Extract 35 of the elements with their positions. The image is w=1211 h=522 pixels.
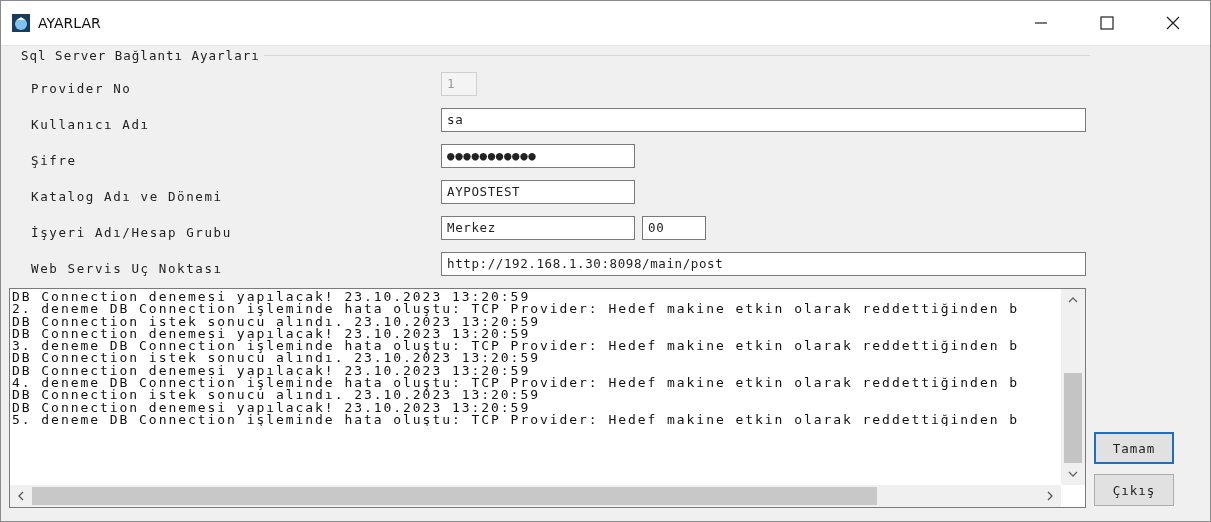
log-line: DB Connection denemesi yapılacak! 23.10.2023 13:20:59	[12, 327, 531, 341]
input-field[interactable]: http://192.168.1.30:8098/main/post	[441, 252, 1086, 276]
log-line: DB Connection istek sonucu alındı. 23.10.2023 13:20:59	[12, 389, 541, 402]
maximize-icon[interactable]	[1100, 16, 1114, 30]
dialog-button[interactable]: Tamam	[1094, 432, 1174, 464]
input-field[interactable]: AYPOSTEST	[441, 180, 635, 204]
log-line: DB Connection denemesi yapılacak! 23.10.2023 13:20:59	[12, 401, 531, 414]
app-icon	[12, 14, 30, 32]
scroll-down-icon[interactable]	[1068, 471, 1078, 477]
close-icon[interactable]	[1166, 16, 1180, 30]
field-label: Provider No	[30, 80, 133, 96]
scroll-left-icon[interactable]	[18, 491, 24, 501]
input-field[interactable]: sa	[441, 108, 1086, 132]
vertical-scrollbar[interactable]	[1061, 289, 1085, 485]
horizontal-scrollbar[interactable]	[10, 485, 1061, 507]
group-title: Sql Server Bağlantı Ayarları	[21, 47, 260, 63]
field-label: Web Servis Uç Noktası	[30, 260, 224, 276]
log-line: 4. deneme DB Connection işleminde hata oluştu: TCP Provider: Hedef makine etkin olarak reddettiğinden b	[12, 377, 1020, 390]
log-line: 3. deneme DB Connection işleminde hata oluştu: TCP Provider: Hedef makine etkin olarak reddettiğinden b	[12, 340, 1020, 353]
field-label: Kullanıcı Adı	[30, 116, 151, 132]
dialog-button[interactable]: Çıkış	[1094, 474, 1174, 506]
field-label: Katalog Adı ve Dönemi	[30, 188, 224, 204]
scroll-up-icon[interactable]	[1068, 297, 1078, 303]
input-field[interactable]: 00	[642, 216, 706, 240]
log-line: DB Connection denemesi yapılacak! 23.10.2023 13:20:59	[12, 364, 531, 378]
log-line: 2. deneme DB Connection işleminde hata oluştu: TCP Provider: Hedef makine etkin olarak reddettiğinden b	[12, 303, 1020, 316]
log-line: DB Connection istek sonucu alındı. 23.10.2023 13:20:59	[12, 352, 541, 365]
log-line: DB Connection istek sonucu alındı. 23.10.2023 13:20:59	[12, 315, 541, 328]
field-label: Şifre	[30, 152, 78, 168]
input-field[interactable]: Merkez	[441, 216, 635, 240]
window-title: AYARLAR	[38, 15, 101, 31]
log-line: DB Connection denemesi yapılacak! 23.10.2023 13:20:59	[12, 291, 531, 304]
input-field[interactable]: ●●●●●●●●●●●	[441, 144, 635, 168]
field-label: İşyeri Adı/Hesap Grubu	[30, 224, 233, 240]
scroll-right-icon[interactable]	[1047, 491, 1053, 501]
